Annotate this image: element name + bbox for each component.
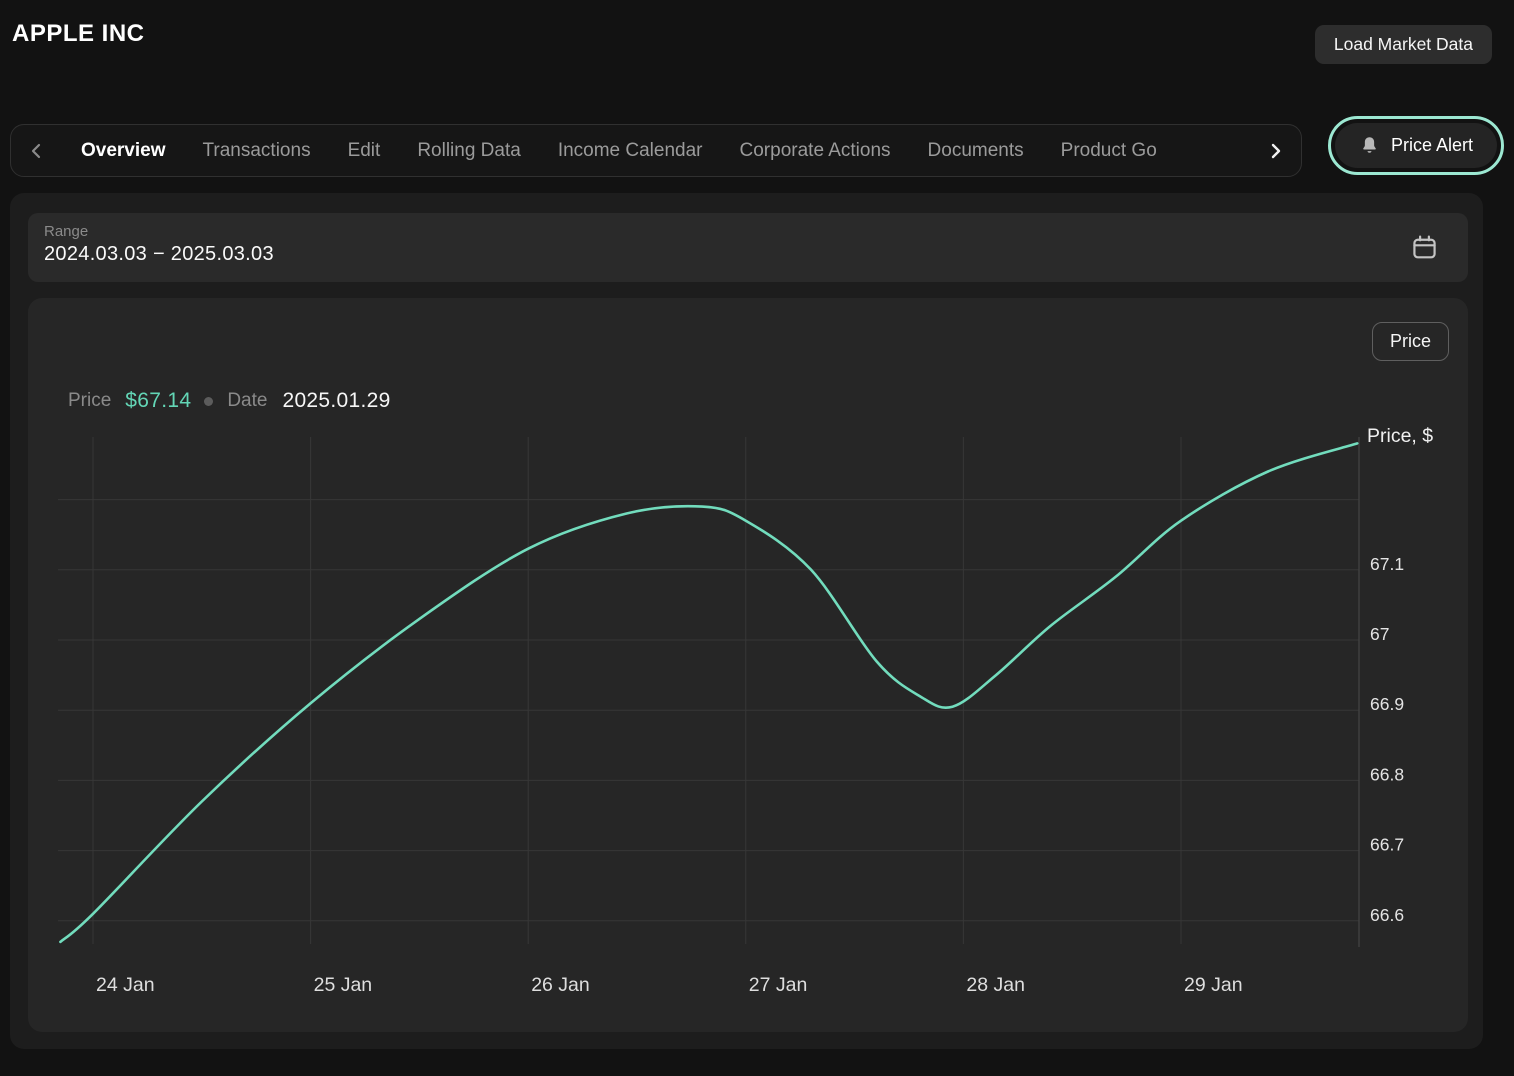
y-tick-label: 66.9 [1370,694,1404,714]
y-axis-title: Price, $ [1367,425,1433,447]
tab-overview[interactable]: Overview [81,140,166,162]
x-tick-label: 26 Jan [531,974,590,996]
tab-documents[interactable]: Documents [928,140,1024,162]
calendar-icon[interactable] [1409,232,1440,268]
tab-corporate-actions[interactable]: Corporate Actions [740,140,891,162]
x-tick-label: 27 Jan [749,974,808,996]
y-tick-label: 67 [1370,624,1389,644]
load-market-data-button[interactable]: Load Market Data [1315,25,1492,64]
range-field[interactable]: Range 2024.03.03 − 2025.03.03 [28,213,1468,282]
price-chart[interactable]: 67.1 67 66.9 66.8 66.7 66.6 24 Jan 25 Jan 26 Jan… [28,298,1468,1032]
price-alert-label: Price Alert [1391,135,1473,156]
x-tick-label: 29 Jan [1184,974,1243,996]
app-title: APPLE INC [12,20,145,48]
price-alert-highlight-ring: Price Alert [1328,116,1504,175]
y-tick-label: 66.7 [1370,835,1404,855]
chart-line [60,443,1357,942]
tab-bar: Overview Transactions Edit Rolling Data Inco… [10,124,1302,177]
tab-rolling-data[interactable]: Rolling Data [417,140,521,162]
bell-icon [1359,135,1380,156]
tab-transactions[interactable]: Transactions [203,140,311,162]
y-tick-label: 66.6 [1370,905,1404,925]
x-tick-label: 25 Jan [314,974,373,996]
x-tick-label: 24 Jan [96,974,155,996]
chart-panel: Price Price $67.14 Date 2025.01.29 67.16… [28,298,1468,1032]
chevron-left-icon[interactable] [29,142,44,160]
content-panel: Range 2024.03.03 − 2025.03.03 Price Pric… [10,193,1483,1049]
y-tick-label: 67.1 [1370,554,1404,574]
x-tick-label: 28 Jan [966,974,1025,996]
range-value: 2024.03.03 − 2025.03.03 [44,243,1452,266]
chevron-right-icon[interactable] [1268,142,1283,160]
price-alert-button[interactable]: Price Alert [1335,123,1497,168]
range-label: Range [44,223,1452,240]
tab-product-go[interactable]: Product Go [1061,140,1157,162]
tab-income-calendar[interactable]: Income Calendar [558,140,703,162]
y-tick-label: 66.8 [1370,764,1404,784]
tab-edit[interactable]: Edit [348,140,381,162]
